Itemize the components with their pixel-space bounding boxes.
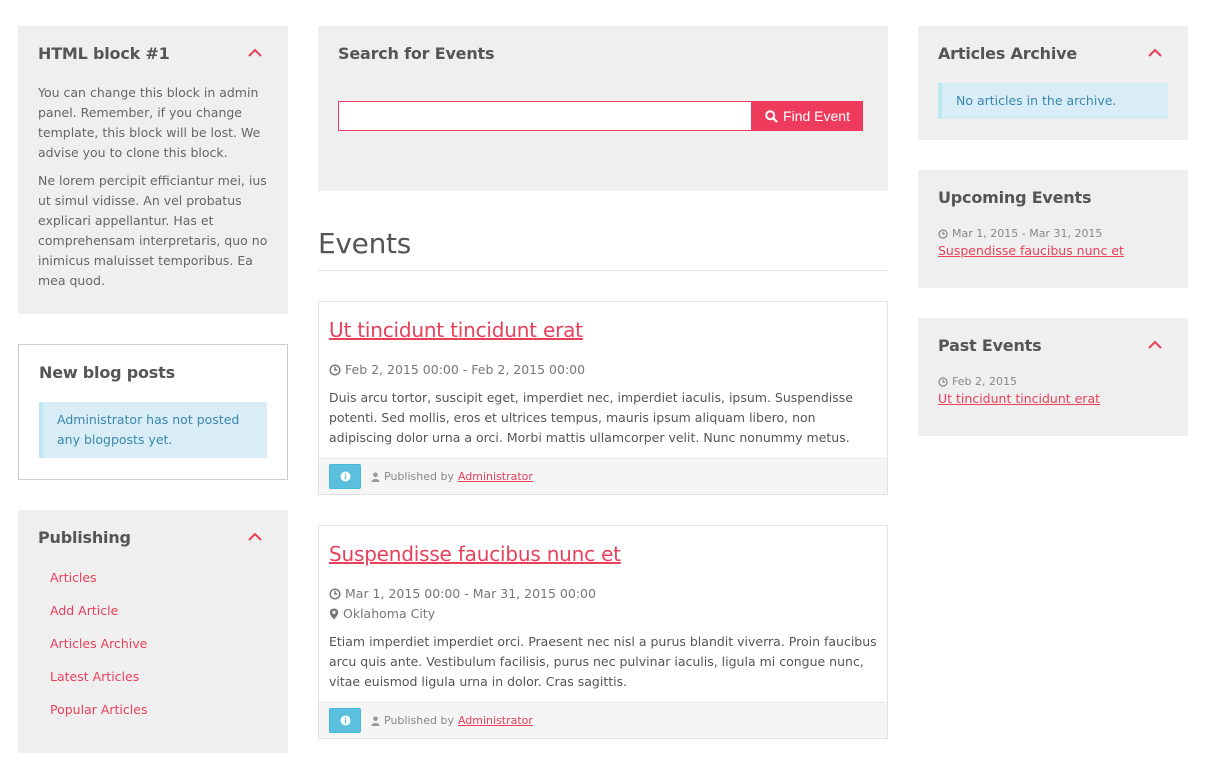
event-footer: Published by Administrator xyxy=(319,458,887,494)
clock-icon xyxy=(329,364,341,376)
blog-posts-message: Administrator has not posted any blogpos… xyxy=(39,402,267,458)
event-info-button[interactable] xyxy=(329,708,361,733)
event-card: Ut tincidunt tincidunt erat Feb 2, 2015 … xyxy=(318,301,888,495)
event-date: Mar 1, 2015 00:00 - Mar 31, 2015 00:00 xyxy=(329,584,877,604)
search-title: Search for Events xyxy=(338,44,495,63)
publishing-panel: Publishing Articles Add Article Articles… xyxy=(18,510,288,753)
articles-archive-title: Articles Archive xyxy=(938,44,1078,63)
menu-item-popular-articles[interactable]: Popular Articles xyxy=(38,693,268,726)
menu-item-articles[interactable]: Articles xyxy=(38,561,268,594)
search-icon xyxy=(765,109,778,123)
upcoming-event-link[interactable]: Suspendisse faucibus nunc et xyxy=(938,243,1124,258)
right-sidebar: Articles Archive No articles in the arch… xyxy=(918,26,1188,436)
user-icon xyxy=(371,716,380,726)
author-link[interactable]: Administrator xyxy=(458,470,533,483)
chevron-up-icon[interactable] xyxy=(1148,340,1162,350)
event-location-text: Oklahoma City xyxy=(343,606,436,621)
search-form: Find Event xyxy=(338,101,868,131)
clock-icon xyxy=(938,376,948,387)
blog-posts-title: New blog posts xyxy=(39,363,175,382)
html-block-panel: HTML block #1 You can change this block … xyxy=(18,26,288,314)
find-event-button[interactable]: Find Event xyxy=(752,101,863,131)
menu-item-add-article[interactable]: Add Article xyxy=(38,594,268,627)
event-card: Suspendisse faucibus nunc et Mar 1, 2015… xyxy=(318,525,888,739)
event-date-text: Feb 2, 2015 00:00 - Feb 2, 2015 00:00 xyxy=(345,362,586,377)
html-block-paragraph-2: Ne lorem percipit efficiantur mei, ius u… xyxy=(38,173,268,288)
chevron-up-icon[interactable] xyxy=(248,48,262,58)
menu-item-latest-articles[interactable]: Latest Articles xyxy=(38,660,268,693)
event-location: Oklahoma City xyxy=(329,604,877,624)
user-icon xyxy=(371,472,380,482)
blog-posts-panel: New blog posts Administrator has not pos… xyxy=(18,344,288,480)
page-title: Events xyxy=(318,227,888,271)
event-description: Etiam imperdiet imperdiet orci. Praesent… xyxy=(329,634,877,689)
past-event-link[interactable]: Ut tincidunt tincidunt erat xyxy=(938,391,1100,406)
info-icon xyxy=(340,471,350,482)
upcoming-event-date: Mar 1, 2015 - Mar 31, 2015 xyxy=(938,227,1168,240)
publishing-menu: Articles Add Article Articles Archive La… xyxy=(38,561,268,726)
published-by: Published by Administrator xyxy=(371,470,533,483)
left-sidebar: HTML block #1 You can change this block … xyxy=(18,26,288,753)
event-title-link[interactable]: Suspendisse faucibus nunc et xyxy=(329,542,621,566)
publishing-title: Publishing xyxy=(38,528,131,547)
past-event-date-text: Feb 2, 2015 xyxy=(952,375,1017,388)
past-event-date: Feb 2, 2015 xyxy=(938,375,1168,388)
past-events-title: Past Events xyxy=(938,336,1042,355)
event-date: Feb 2, 2015 00:00 - Feb 2, 2015 00:00 xyxy=(329,360,877,380)
clock-icon xyxy=(938,228,948,239)
event-footer: Published by Administrator xyxy=(319,702,887,738)
info-icon xyxy=(340,715,350,726)
event-date-text: Mar 1, 2015 00:00 - Mar 31, 2015 00:00 xyxy=(345,586,596,601)
html-block-paragraph-1: You can change this block in admin panel… xyxy=(38,85,261,160)
articles-archive-panel: Articles Archive No articles in the arch… xyxy=(918,26,1188,140)
event-title-link[interactable]: Ut tincidunt tincidunt erat xyxy=(329,318,583,342)
published-by: Published by Administrator xyxy=(371,714,533,727)
chevron-up-icon[interactable] xyxy=(1148,48,1162,58)
event-body: Ut tincidunt tincidunt erat Feb 2, 2015 … xyxy=(319,302,887,458)
upcoming-events-panel: Upcoming Events Mar 1, 2015 - Mar 31, 20… xyxy=(918,170,1188,288)
author-link[interactable]: Administrator xyxy=(458,714,533,727)
menu-item-articles-archive[interactable]: Articles Archive xyxy=(38,627,268,660)
event-info-button[interactable] xyxy=(329,464,361,489)
search-panel: Search for Events Find Event xyxy=(318,26,888,191)
published-by-label: Published by xyxy=(384,714,454,727)
event-body: Suspendisse faucibus nunc et Mar 1, 2015… xyxy=(319,526,887,702)
event-description: Duis arcu tortor, suscipit eget, imperdi… xyxy=(329,390,853,445)
past-events-panel: Past Events Feb 2, 2015 Ut tincidunt tin… xyxy=(918,318,1188,436)
chevron-up-icon[interactable] xyxy=(248,532,262,542)
published-by-label: Published by xyxy=(384,470,454,483)
search-input[interactable] xyxy=(338,101,752,131)
archive-message: No articles in the archive. xyxy=(938,83,1168,119)
map-marker-icon xyxy=(329,608,339,620)
upcoming-events-title: Upcoming Events xyxy=(938,188,1092,207)
upcoming-event-date-text: Mar 1, 2015 - Mar 31, 2015 xyxy=(952,227,1103,240)
main-content: Search for Events Find Event Events Ut t… xyxy=(318,26,888,739)
html-block-title: HTML block #1 xyxy=(38,44,170,63)
clock-icon xyxy=(329,588,341,600)
find-event-label: Find Event xyxy=(783,108,850,124)
